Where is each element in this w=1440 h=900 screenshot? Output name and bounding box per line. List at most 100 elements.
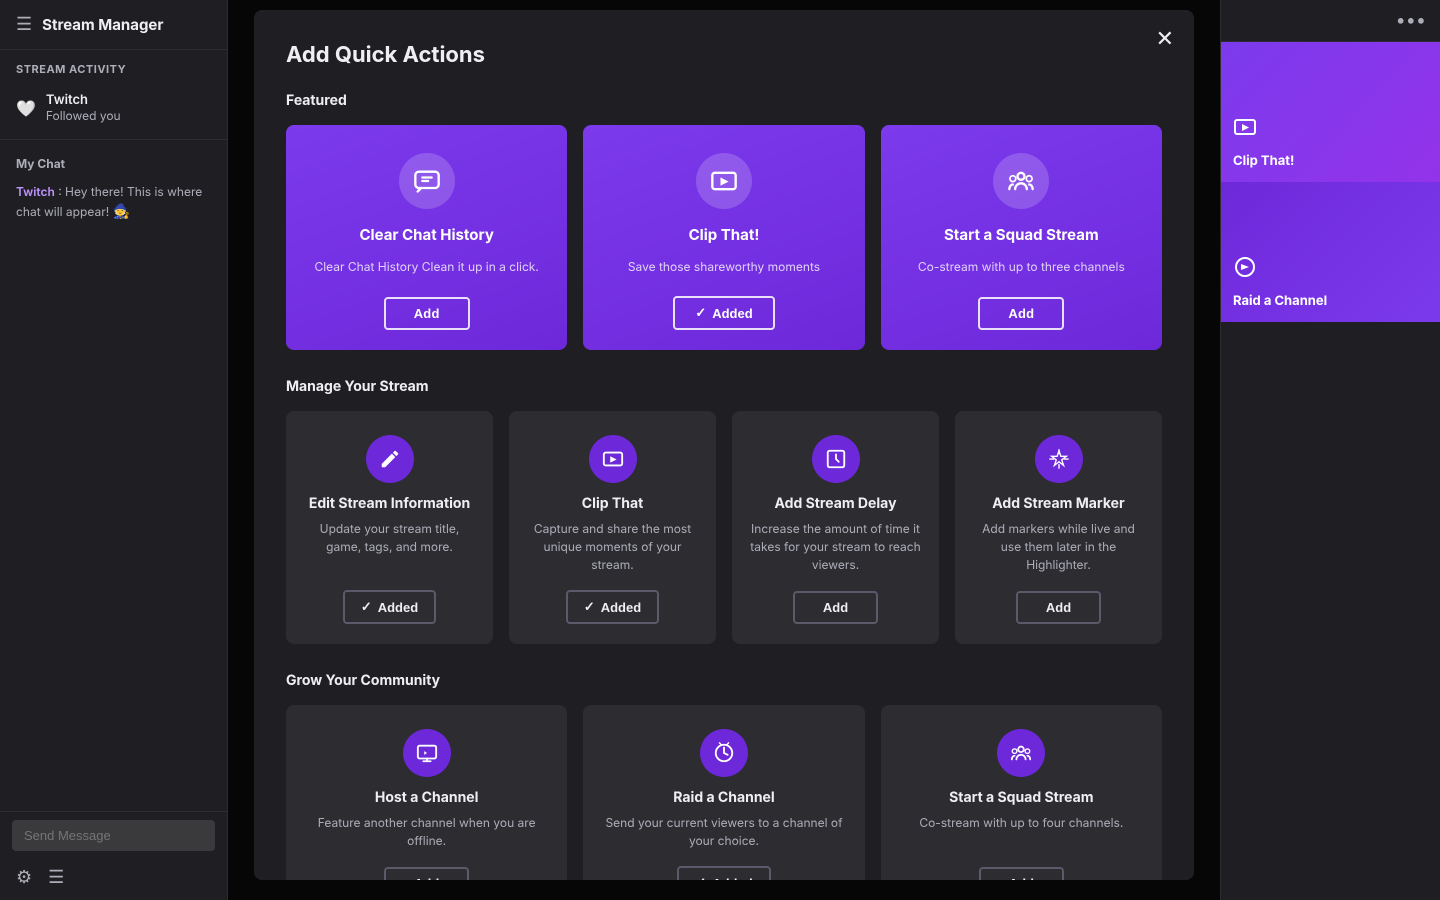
raid-channel-btn-label: Added <box>712 876 752 881</box>
host-channel-icon <box>416 742 438 764</box>
right-card-raid[interactable]: Raid a Channel <box>1221 182 1440 322</box>
clear-chat-desc: Clear Chat History Clean it up in a clic… <box>314 258 538 277</box>
edit-stream-desc: Update your stream title, game, tags, an… <box>302 520 477 574</box>
featured-section-label: Featured <box>286 92 1162 109</box>
clear-chat-add-button[interactable]: Add <box>384 297 470 330</box>
host-channel-add-button[interactable]: Add <box>384 867 469 880</box>
squad2-title: Start a Squad Stream <box>949 789 1093 806</box>
clip-that2-icon-circle <box>589 435 637 483</box>
manage-card-2: Add Stream Delay Increase the amount of … <box>732 411 939 644</box>
hamburger-icon[interactable]: ☰ <box>16 14 32 35</box>
chat-input-area <box>0 812 227 859</box>
activity-content: Twitch Followed you <box>46 92 121 123</box>
featured-cards-row: Clear Chat History Clear Chat History Cl… <box>286 125 1162 350</box>
clip-that2-icon <box>602 448 624 470</box>
stream-delay-add-button[interactable]: Add <box>793 591 878 624</box>
featured-card-2: Start a Squad Stream Co-stream with up t… <box>881 125 1162 350</box>
chat-input[interactable] <box>12 820 215 851</box>
stream-delay-icon <box>825 448 847 470</box>
raid-added-check: ✓ <box>695 875 706 880</box>
manage-card-1: Clip That Capture and share the most uni… <box>509 411 716 644</box>
manage-section-label: Manage Your Stream <box>286 378 1162 395</box>
manage-card-3: Add Stream Marker Add markers while live… <box>955 411 1162 644</box>
clip-that2-btn-label: Added <box>601 600 641 615</box>
sidebar-title: Stream Manager <box>42 15 163 34</box>
stream-marker-icon <box>1048 448 1070 470</box>
chat-message: Twitch : Hey there! This is where chat w… <box>0 179 227 811</box>
list-button[interactable]: ☰ <box>48 867 64 888</box>
right-raid-label: Raid a Channel <box>1233 293 1327 310</box>
modal: ✕ Add Quick Actions Featured Clear Chat … <box>254 10 1194 880</box>
host-channel-title: Host a Channel <box>375 789 479 806</box>
squad-stream-icon-circle <box>993 153 1049 209</box>
featured-card-1: Clip That! Save those shareworthy moment… <box>583 125 864 350</box>
right-raid-icon <box>1233 255 1257 285</box>
raid-channel-icon <box>713 742 735 764</box>
raid-channel-icon-circle <box>700 729 748 777</box>
settings-button[interactable]: ⚙ <box>16 867 32 888</box>
right-card-clip[interactable]: Clip That! <box>1221 42 1440 182</box>
right-clip-icon <box>1233 115 1257 145</box>
stream-delay-icon-circle <box>812 435 860 483</box>
raid-channel-title: Raid a Channel <box>673 789 774 806</box>
squad2-icon <box>1010 742 1032 764</box>
modal-close-button[interactable]: ✕ <box>1156 26 1174 52</box>
squad2-icon-circle <box>997 729 1045 777</box>
raid-channel-desc: Send your current viewers to a channel o… <box>599 814 848 850</box>
raid-channel-added-button[interactable]: ✓ Added <box>677 866 770 880</box>
clear-chat-title: Clear Chat History <box>359 225 493 244</box>
right-panel-header: ••• <box>1221 0 1440 42</box>
clip-that2-title: Clip That <box>582 495 643 512</box>
manage-card-0: Edit Stream Information Update your stre… <box>286 411 493 644</box>
my-chat-label: My Chat <box>0 139 227 179</box>
host-channel-desc: Feature another channel when you are off… <box>302 814 551 851</box>
clip-that-icon <box>710 167 738 195</box>
community-section-label: Grow Your Community <box>286 672 1162 689</box>
chat-emoji: 🧙 <box>113 203 130 220</box>
modal-overlay: ✕ Add Quick Actions Featured Clear Chat … <box>228 0 1220 900</box>
manage-cards-row: Edit Stream Information Update your stre… <box>286 411 1162 644</box>
stream-activity-label: Stream Activity <box>0 50 227 84</box>
added-check2: ✓ <box>584 599 595 615</box>
right-clip-label: Clip That! <box>1233 153 1294 170</box>
edit-stream-icon <box>379 448 401 470</box>
squad-stream-icon <box>1007 167 1035 195</box>
squad-title: Start a Squad Stream <box>944 225 1099 244</box>
dots-icon[interactable]: ••• <box>1396 10 1426 31</box>
clip-that-added-button[interactable]: ✓ Added <box>673 296 774 330</box>
squad-desc: Co-stream with up to three channels <box>918 258 1125 277</box>
heart-icon: 🤍 <box>16 98 36 118</box>
clip-that2-desc: Capture and share the most unique moment… <box>525 520 700 574</box>
right-panel: ••• Clip That! Raid a Channel <box>1220 0 1440 900</box>
stream-marker-desc: Add markers while live and use them late… <box>971 520 1146 575</box>
stream-delay-desc: Increase the amount of time it takes for… <box>748 520 923 575</box>
added-check: ✓ <box>361 599 372 615</box>
added-checkmark: ✓ <box>695 305 706 321</box>
clear-chat-icon <box>413 167 441 195</box>
clip-that-desc: Save those shareworthy moments <box>628 258 820 276</box>
squad-add-button[interactable]: Add <box>978 297 1064 330</box>
stream-marker-add-button[interactable]: Add <box>1016 591 1101 624</box>
featured-card-0: Clear Chat History Clear Chat History Cl… <box>286 125 567 350</box>
host-channel-icon-circle <box>403 729 451 777</box>
clip-that-title: Clip That! <box>689 225 760 244</box>
clip-that2-added-button[interactable]: ✓ Added <box>566 590 659 624</box>
main-area: ❓ 🔔 TW ✕ Add Quick Actions Featured <box>228 0 1440 900</box>
activity-desc: Followed you <box>46 108 121 123</box>
activity-user: Twitch <box>46 92 121 108</box>
modal-title: Add Quick Actions <box>286 42 1162 68</box>
sidebar-icons-row: ⚙ ☰ <box>0 859 227 900</box>
clear-chat-icon-circle <box>399 153 455 209</box>
squad2-add-button[interactable]: Add <box>979 867 1064 880</box>
community-card-0: Host a Channel Feature another channel w… <box>286 705 567 880</box>
squad2-desc: Co-stream with up to four channels. <box>919 814 1123 851</box>
activity-item: 🤍 Twitch Followed you <box>0 84 227 131</box>
community-cards-row: Host a Channel Feature another channel w… <box>286 705 1162 880</box>
clip-that-icon-circle <box>696 153 752 209</box>
sidebar-header: ☰ Stream Manager <box>0 0 227 50</box>
community-card-1: Raid a Channel Send your current viewers… <box>583 705 864 880</box>
edit-stream-added-button[interactable]: ✓ Added <box>343 590 436 624</box>
stream-marker-icon-circle <box>1035 435 1083 483</box>
sidebar-bottom: ⚙ ☰ <box>0 811 227 900</box>
edit-stream-icon-circle <box>366 435 414 483</box>
